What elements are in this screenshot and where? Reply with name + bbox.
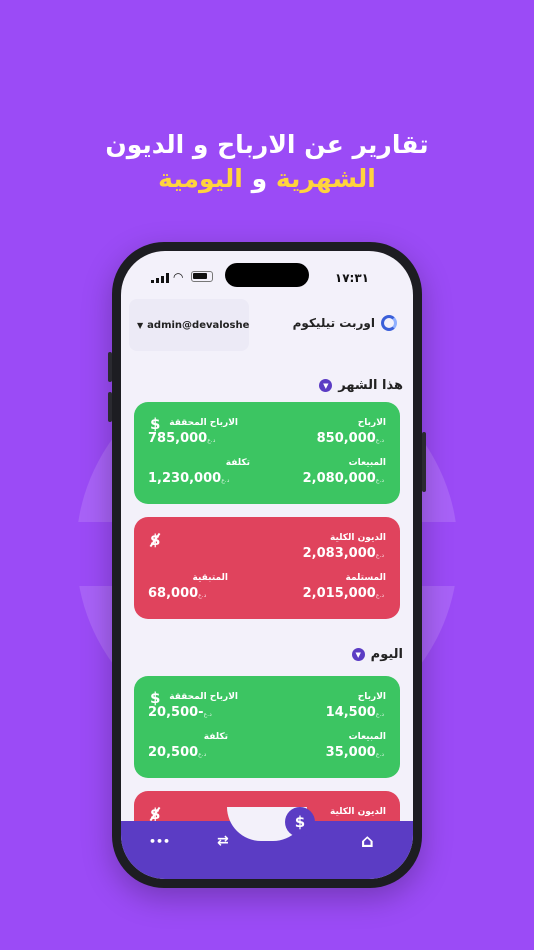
home-icon[interactable]: ⌂: [361, 831, 374, 852]
month-profits-amount: 850,000: [316, 431, 376, 446]
month-remaining-amount: 68,000: [148, 586, 199, 601]
today-sales-value: د.ع35,000: [326, 745, 386, 760]
month-debt-card[interactable]: $ الديون الكلية د.ع2,083,000 المستلمة د.…: [134, 517, 400, 619]
currency-label: د.ع: [375, 552, 384, 559]
currency-label: د.ع: [221, 477, 230, 484]
promo-headline: تقارير عن الارباح و الديون الشهرية و الي…: [0, 128, 534, 196]
today-realized: الارباح المحققة د.ع-20,500: [148, 692, 238, 720]
power-button: [422, 432, 426, 492]
today-sales-amount: 35,000: [325, 745, 376, 760]
month-total-debt-amount: 2,083,000: [302, 546, 376, 561]
headline-monthly: الشهرية: [275, 164, 376, 193]
more-icon[interactable]: •••: [149, 835, 170, 848]
currency-label: د.ع: [203, 711, 212, 718]
currency-label: د.ع: [198, 751, 207, 758]
app-screen: ◠ ١٧:٣١ ▼ admin@devaloshe اوربت تيليكوم …: [121, 251, 413, 879]
no-dollar-icon: $: [150, 531, 161, 549]
month-cost: تكلفة د.ع1,230,000: [148, 458, 250, 486]
today-realized-amount: -20,500: [148, 705, 204, 720]
chevron-down-icon: ▼: [319, 379, 333, 392]
bottom-nav: $ ••• ⇄ ⌂: [121, 807, 413, 879]
month-sales: المبيعات د.ع2,080,000: [303, 458, 386, 486]
month-received-amount: 2,015,000: [302, 586, 376, 601]
today-profits-label: الارباح: [357, 692, 386, 702]
today-total-debt: الديون الكلية: [330, 807, 386, 817]
headline-and: و: [242, 164, 276, 193]
headline-line-1: تقارير عن الارباح و الديون: [105, 130, 429, 159]
volume-up-button: [108, 352, 112, 382]
month-profit-card[interactable]: الارباح د.ع850,000 $ الارباح المحققة د.ع…: [134, 402, 400, 504]
exchange-icon[interactable]: ⇄: [217, 833, 229, 849]
headline-daily: اليومية: [158, 164, 243, 193]
month-cost-label: تكلفة: [225, 458, 250, 468]
month-profits-value: د.ع850,000: [317, 431, 386, 446]
month-remaining: المتبقية د.ع68,000: [148, 573, 228, 601]
wifi-icon: ◠: [173, 270, 184, 284]
month-remaining-label: المتبقية: [192, 573, 228, 583]
today-profits: الارباح د.ع14,500: [326, 692, 386, 720]
month-realized: الارباح المحققة د.ع785,000: [148, 418, 238, 446]
signal-icon: [151, 273, 169, 283]
today-cost-label: تكلفة: [203, 732, 228, 742]
month-realized-label: الارباح المحققة: [169, 418, 238, 428]
section-title-today-label: اليوم: [370, 647, 403, 662]
section-title-month-label: هذا الشهر: [338, 378, 403, 393]
currency-label: د.ع: [375, 437, 384, 444]
company-name: اوربت تيليكوم: [292, 316, 375, 330]
currency-label: د.ع: [375, 477, 384, 484]
currency-label: د.ع: [375, 592, 384, 599]
month-sales-amount: 2,080,000: [302, 471, 376, 486]
dollar-fab-button[interactable]: $: [285, 807, 315, 837]
month-received-value: د.ع2,015,000: [303, 586, 386, 601]
today-sales-label: المبيعات: [348, 732, 386, 742]
user-dropdown[interactable]: ▼ admin@devaloshe: [129, 299, 249, 351]
volume-down-button: [108, 392, 112, 422]
headline-line-2: الشهرية و اليومية: [0, 162, 534, 196]
company-header: اوربت تيليكوم: [293, 315, 397, 331]
currency-label: د.ع: [375, 751, 384, 758]
battery-icon: [191, 271, 213, 282]
section-title-today[interactable]: اليوم ▼: [351, 647, 403, 662]
month-remaining-value: د.ع68,000: [148, 586, 228, 601]
month-total-debt: الديون الكلية د.ع2,083,000: [303, 533, 386, 561]
phone-frame: ◠ ١٧:٣١ ▼ admin@devaloshe اوربت تيليكوم …: [108, 242, 426, 888]
caret-down-icon: ▼: [137, 320, 144, 330]
month-received: المستلمة د.ع2,015,000: [303, 573, 386, 601]
month-profits-label: الارباح: [357, 418, 386, 428]
today-cost: تكلفة د.ع20,500: [148, 732, 228, 760]
today-realized-value: د.ع-20,500: [148, 705, 238, 720]
today-profit-card[interactable]: الارباح د.ع14,500 $ الارباح المحققة د.ع-…: [134, 676, 400, 778]
today-profits-amount: 14,500: [325, 705, 376, 720]
company-logo-icon: [381, 315, 397, 331]
month-cost-value: د.ع1,230,000: [148, 471, 250, 486]
month-realized-amount: 785,000: [148, 431, 208, 446]
status-time: ١٧:٣١: [334, 271, 369, 285]
month-profits: الارباح د.ع850,000: [317, 418, 386, 446]
currency-label: د.ع: [207, 437, 216, 444]
month-realized-value: د.ع785,000: [148, 431, 238, 446]
today-realized-label: الارباح المحققة: [169, 692, 238, 702]
today-cost-amount: 20,500: [148, 745, 199, 760]
dynamic-island: [225, 263, 309, 287]
chevron-down-icon: ▼: [351, 648, 365, 661]
today-total-debt-label: الديون الكلية: [329, 807, 386, 817]
month-received-label: المستلمة: [345, 573, 387, 583]
month-cost-amount: 1,230,000: [148, 471, 222, 486]
top-bar: ▼ admin@devaloshe اوربت تيليكوم: [121, 299, 413, 351]
status-bar: ◠ ١٧:٣١: [121, 251, 413, 295]
currency-label: د.ع: [375, 711, 384, 718]
month-total-debt-label: الديون الكلية: [329, 533, 386, 543]
month-sales-label: المبيعات: [348, 458, 386, 468]
user-name: admin@devaloshe: [147, 319, 250, 331]
today-profits-value: د.ع14,500: [326, 705, 386, 720]
month-sales-value: د.ع2,080,000: [303, 471, 386, 486]
currency-label: د.ع: [198, 592, 207, 599]
section-title-month[interactable]: هذا الشهر ▼: [319, 378, 403, 393]
today-sales: المبيعات د.ع35,000: [326, 732, 386, 760]
today-cost-value: د.ع20,500: [148, 745, 228, 760]
month-total-debt-value: د.ع2,083,000: [303, 546, 386, 561]
